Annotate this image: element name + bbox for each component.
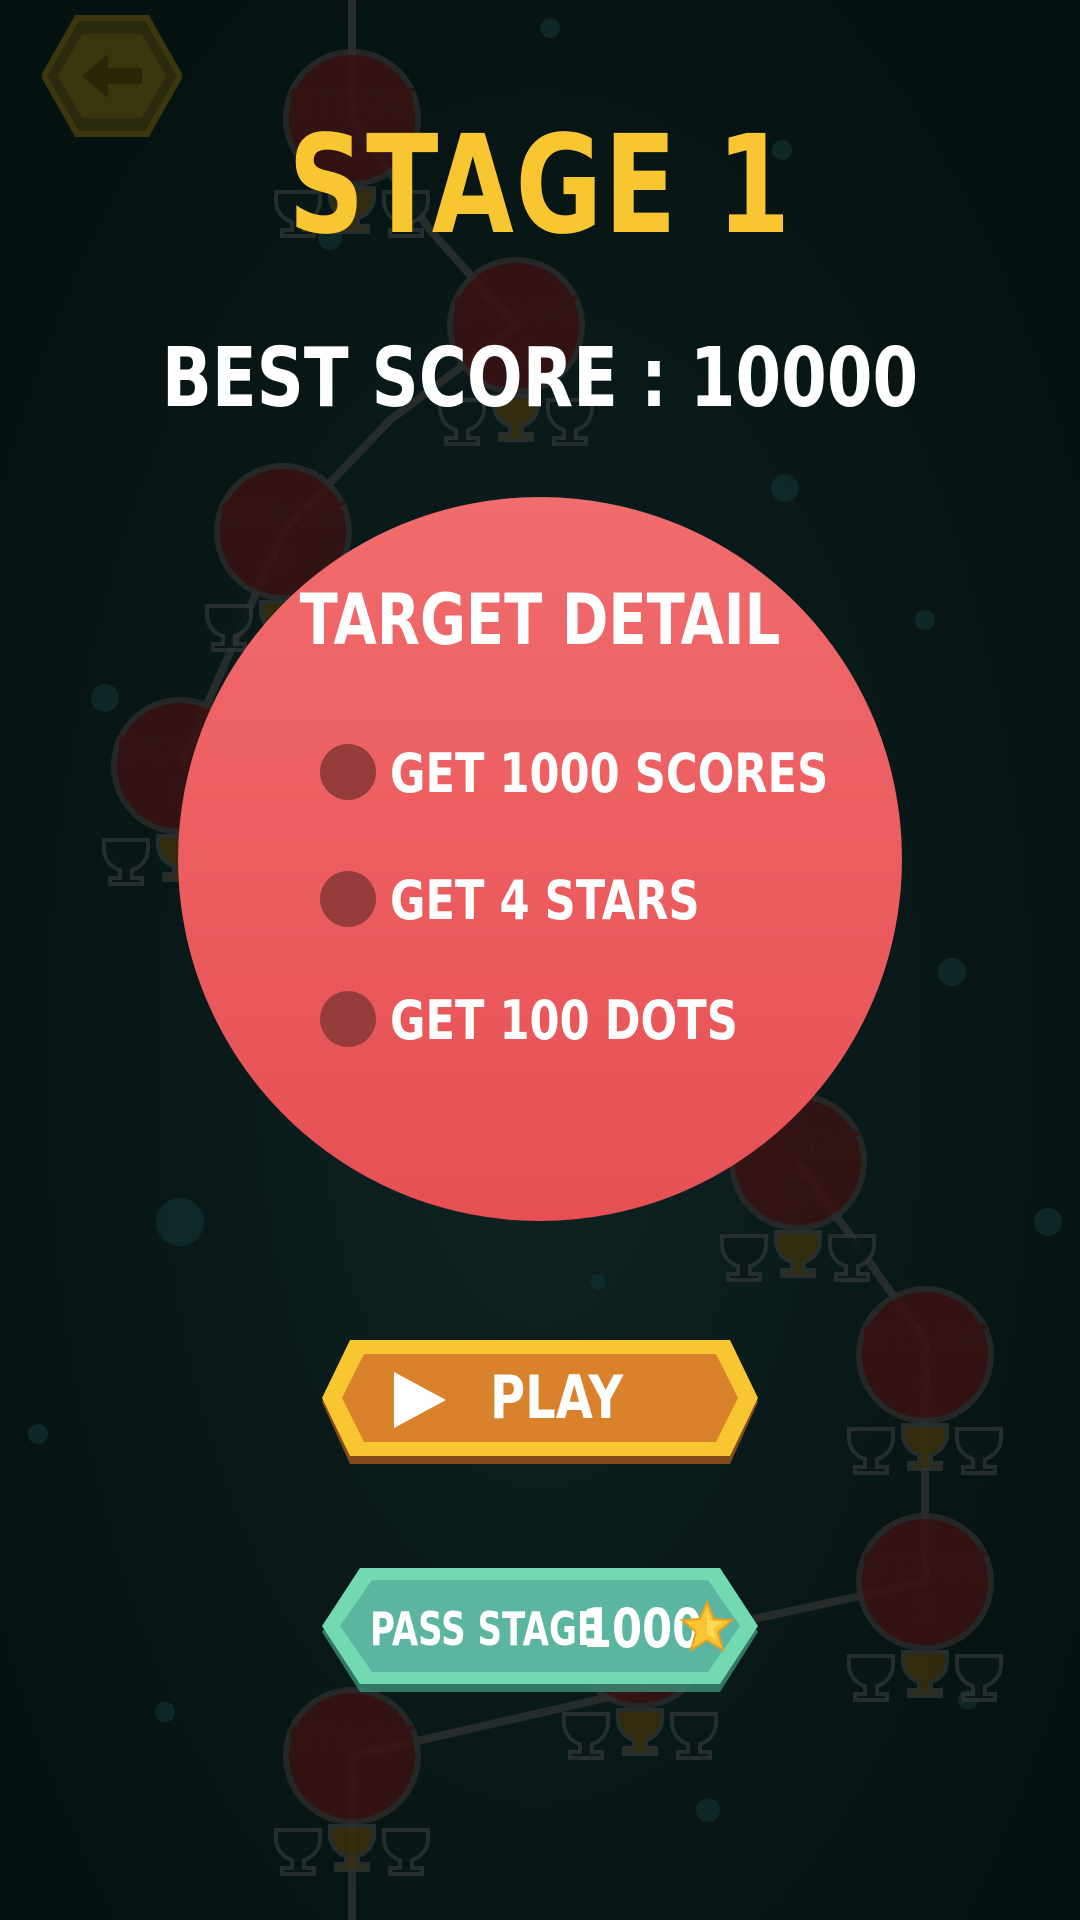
trophy-icon (774, 1230, 822, 1278)
stage-title: STAGE 1 (288, 107, 792, 265)
trophy-icon (205, 604, 253, 652)
stage-node-word: STAGE (288, 1719, 416, 1761)
target-detail-title: TARGET DETAIL (299, 579, 781, 661)
stage-node-word: STAGE (861, 1545, 989, 1587)
trophy-icon (274, 1828, 322, 1876)
best-score-label: BEST SCORE : 10000 (161, 331, 919, 426)
goal-status-dot (320, 871, 376, 927)
trophy-icon (328, 1824, 376, 1872)
goal-label: GET 4 STARS (390, 869, 700, 932)
goal-label: GET 100 DOTS (390, 989, 738, 1052)
trophy-icon (847, 1654, 895, 1702)
play-triangle-icon (394, 1372, 446, 1428)
trophy-icon (901, 1423, 949, 1471)
play-button-label: PLAY (490, 1363, 624, 1433)
pass-stage-label: PASS STAGE (370, 1602, 601, 1656)
trophy-icon (670, 1712, 718, 1760)
background-stage-node: STAGE1 (274, 1687, 430, 1876)
stage-node-number: 1 (341, 1763, 362, 1805)
trophy-icon (102, 838, 150, 886)
trophy-icon (382, 1828, 430, 1876)
goal-label: GET 1000 SCORES (390, 742, 829, 805)
goal-status-dot (320, 991, 376, 1047)
background-stage-node: STAGE4 (847, 1286, 1003, 1475)
trophy-icon (847, 1427, 895, 1475)
stage-node-word: STAGE (219, 495, 347, 537)
trophy-icon (828, 1234, 876, 1282)
pass-stage-button[interactable]: PASS STAGE 1000 (320, 1568, 760, 1694)
target-detail-panel: TARGET DETAIL GET 1000 SCORES GET 4 STAR… (178, 497, 902, 1221)
trophy-icon (901, 1650, 949, 1698)
stage-node-number: 5 (787, 1169, 808, 1211)
stage-node-number: 9 (272, 539, 293, 581)
star-icon (680, 1600, 734, 1653)
stage-node-number: 3 (914, 1589, 935, 1631)
stage-node-word: STAGE (861, 1318, 989, 1360)
trophy-icon (955, 1654, 1003, 1702)
stage-node-word: STAGE (452, 289, 580, 331)
stage-node-number: 4 (914, 1362, 935, 1404)
trophy-icon (616, 1708, 664, 1756)
goal-status-dot (320, 744, 376, 800)
trophy-icon (955, 1427, 1003, 1475)
trophy-icon (562, 1712, 610, 1760)
trophy-icon (720, 1234, 768, 1282)
background-stage-node: STAGE3 (847, 1513, 1003, 1702)
play-button[interactable]: PLAY (320, 1340, 760, 1466)
